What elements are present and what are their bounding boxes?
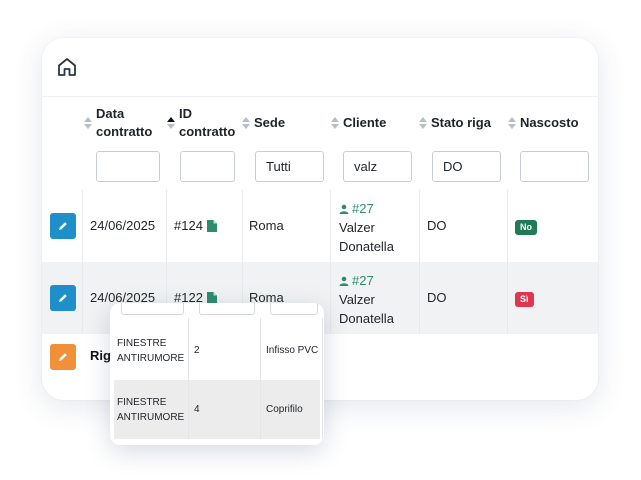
sort-icon <box>419 117 427 129</box>
sort-asc-icon <box>167 117 175 129</box>
divider <box>42 96 598 97</box>
client-link[interactable]: #27 <box>339 199 414 218</box>
status-badge: Sì <box>515 292 534 307</box>
edit-button[interactable] <box>50 344 76 370</box>
document-icon[interactable] <box>206 291 217 304</box>
popup-quantita: 2 <box>194 345 200 356</box>
cell-cliente[interactable]: #27 Valzer Donatella <box>339 271 414 328</box>
contract-lines-popup: FINESTRE ANTIRUMORE 2 Infisso PVC FINEST… <box>110 303 324 445</box>
filter-stato-riga[interactable] <box>432 151 501 182</box>
header-label: ID contratto <box>179 106 236 139</box>
filter-nascosto[interactable] <box>520 151 589 182</box>
filter-sede[interactable] <box>255 151 324 182</box>
header-label: Stato riga <box>431 115 491 130</box>
pencil-icon <box>59 294 67 302</box>
client-link[interactable]: #27 <box>339 271 414 290</box>
cell-stato-riga: DO <box>427 218 447 233</box>
header-sede[interactable]: Sede <box>242 100 285 146</box>
cell-cliente[interactable]: #27 Valzer Donatella <box>339 199 414 256</box>
filter-id-contratto[interactable] <box>180 151 235 182</box>
popup-descrizione: FINESTRE ANTIRUMORE <box>117 397 185 423</box>
popup-descrizione: FINESTRE ANTIRUMORE <box>117 338 185 364</box>
list-item[interactable]: FINESTRE ANTIRUMORE 2 Infisso PVC <box>114 318 323 380</box>
cell-sede: Roma <box>249 218 284 233</box>
contract-id: #124 <box>174 218 203 233</box>
pencil-icon <box>59 222 67 230</box>
sort-icon <box>331 117 339 129</box>
list-item[interactable]: FINESTRE ANTIRUMORE 4 Coprifilo <box>114 380 323 439</box>
filter-cliente[interactable] <box>343 151 412 182</box>
cell-id-contratto[interactable]: #124 <box>174 218 217 233</box>
pencil-icon <box>59 353 67 361</box>
client-name: Valzer Donatella <box>339 292 394 326</box>
header-cliente[interactable]: Cliente <box>331 100 386 146</box>
popup-tipo: Infisso PVC <box>266 345 319 356</box>
header-label: Cliente <box>343 115 387 130</box>
user-icon <box>339 276 349 286</box>
header-label: Nascosto <box>520 115 579 130</box>
header-label: Data contratto <box>96 106 153 139</box>
header-nascosto[interactable]: Nascosto <box>508 100 579 146</box>
client-id: #27 <box>352 201 374 216</box>
document-icon[interactable] <box>206 219 217 232</box>
status-badge: No <box>515 220 537 235</box>
header-data-contratto[interactable]: Data contratto <box>84 100 160 146</box>
header-id-contratto[interactable]: ID contratto <box>167 100 243 146</box>
edit-button[interactable] <box>50 285 76 311</box>
cell-stato-riga: DO <box>427 290 447 305</box>
user-icon <box>339 204 349 214</box>
popup-filter-tipo[interactable] <box>270 303 318 315</box>
header-stato-riga[interactable]: Stato riga <box>419 100 491 146</box>
client-name: Valzer Donatella <box>339 220 394 254</box>
popup-quantita: 4 <box>194 404 200 415</box>
popup-tipo: Coprifilo <box>266 404 303 415</box>
popup-filter-descrizione[interactable] <box>121 303 184 315</box>
sort-icon <box>84 117 92 129</box>
popup-filter-quantita[interactable] <box>199 303 255 315</box>
sort-icon <box>242 117 250 129</box>
table-row[interactable]: 24/06/2025 #124 Roma #27 Valzer Donatell… <box>42 190 598 262</box>
edit-button[interactable] <box>50 213 76 239</box>
sort-icon <box>508 117 516 129</box>
filter-data-contratto[interactable] <box>96 151 160 182</box>
righe-label: Rig <box>90 348 111 363</box>
header-label: Sede <box>254 115 286 130</box>
client-id: #27 <box>352 273 374 288</box>
cell-data-contratto: 24/06/2025 <box>90 218 156 233</box>
home-icon[interactable] <box>56 56 78 78</box>
